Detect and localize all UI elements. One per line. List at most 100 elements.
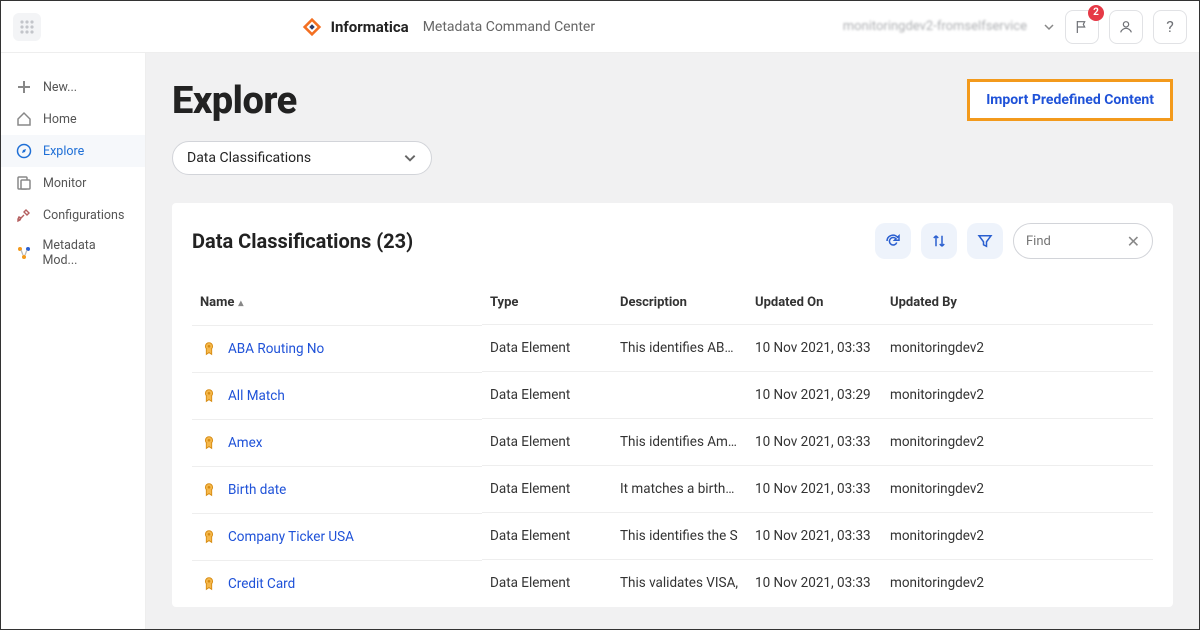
refresh-button[interactable] xyxy=(875,223,911,259)
classification-icon xyxy=(200,575,218,593)
clear-find-button[interactable]: ✕ xyxy=(1127,232,1140,251)
table-row: Company Ticker USA Data ElementThis ident… xyxy=(192,513,1153,560)
column-header-updated-on[interactable]: Updated On xyxy=(747,281,882,325)
cell-updated-by: monitoringdev2 xyxy=(882,513,1153,560)
cell-updated-by: monitoringdev2 xyxy=(882,372,1153,419)
dropdown-value: Data Classifications xyxy=(187,150,311,166)
cell-description: This identifies the S xyxy=(612,513,747,560)
cell-description: It matches a birthda xyxy=(612,466,747,513)
cell-updated-on: 10 Nov 2021, 03:33 xyxy=(747,560,882,607)
main-content: Explore Import Predefined Content Data C… xyxy=(146,53,1199,629)
column-header-description[interactable]: Description xyxy=(612,281,747,325)
cell-description: This validates VISA, xyxy=(612,560,747,607)
data-classifications-table: Name▴ Type Description Updated On Update… xyxy=(192,281,1153,607)
cell-updated-on: 10 Nov 2021, 03:33 xyxy=(747,466,882,513)
brand-name: Informatica xyxy=(331,18,409,36)
sidebar-item-label: Metadata Mod... xyxy=(42,238,131,268)
tools-icon xyxy=(15,206,33,224)
sidebar-item-label: Monitor xyxy=(43,176,86,191)
cell-name: Birth date xyxy=(192,466,482,513)
app-grid-icon xyxy=(19,19,35,35)
cell-description: This identifies ABA r xyxy=(612,325,747,372)
flag-icon xyxy=(1074,19,1090,35)
home-icon xyxy=(15,110,33,128)
cell-description: This identifies Amer xyxy=(612,419,747,466)
sidebar: New... Home Explore Monitor Configuratio… xyxy=(1,53,146,629)
classification-icon xyxy=(200,528,218,546)
page-title: Explore xyxy=(172,79,297,123)
filter-button[interactable] xyxy=(967,223,1003,259)
help-icon: ? xyxy=(1166,17,1174,36)
cell-type: Data Element xyxy=(482,325,612,372)
sidebar-item-label: New... xyxy=(43,80,77,95)
cell-updated-on: 10 Nov 2021, 03:33 xyxy=(747,325,882,372)
compass-icon xyxy=(15,142,33,160)
user-account-button[interactable] xyxy=(1109,10,1143,44)
filter-icon xyxy=(976,232,994,250)
import-predefined-content-button[interactable]: Import Predefined Content xyxy=(967,79,1173,121)
classification-link[interactable]: Amex xyxy=(228,435,263,451)
sidebar-item-new[interactable]: New... xyxy=(1,71,145,103)
table-row: ABA Routing No Data ElementThis identifie… xyxy=(192,325,1153,372)
sort-button[interactable] xyxy=(921,223,957,259)
data-classifications-panel: Data Classifications (23) ✕ xyxy=(172,203,1173,607)
cell-description xyxy=(612,372,747,419)
classification-icon xyxy=(200,434,218,452)
classification-icon xyxy=(200,387,218,405)
category-dropdown[interactable]: Data Classifications xyxy=(172,141,432,175)
monitor-icon xyxy=(15,174,33,192)
column-header-type[interactable]: Type xyxy=(482,281,612,325)
column-header-name[interactable]: Name▴ xyxy=(192,281,482,325)
find-input-wrapper[interactable]: ✕ xyxy=(1013,223,1153,259)
sidebar-item-home[interactable]: Home xyxy=(1,103,145,135)
chevron-down-icon[interactable] xyxy=(1043,21,1055,33)
cell-updated-by: monitoringdev2 xyxy=(882,466,1153,513)
cell-updated-by: monitoringdev2 xyxy=(882,560,1153,607)
product-name: Metadata Command Center xyxy=(423,19,595,35)
help-button[interactable]: ? xyxy=(1153,10,1187,44)
sidebar-item-label: Explore xyxy=(43,144,84,159)
cell-name: ABA Routing No xyxy=(192,325,482,372)
cell-name: Credit Card xyxy=(192,560,482,607)
cell-name: All Match xyxy=(192,372,482,419)
classification-link[interactable]: ABA Routing No xyxy=(228,341,324,357)
find-input[interactable] xyxy=(1026,234,1121,249)
cell-updated-by: monitoringdev2 xyxy=(882,325,1153,372)
cell-updated-on: 10 Nov 2021, 03:29 xyxy=(747,372,882,419)
sidebar-item-configurations[interactable]: Configurations xyxy=(1,199,145,231)
cell-type: Data Element xyxy=(482,560,612,607)
notifications-button[interactable]: 2 xyxy=(1065,10,1099,44)
cell-name: Amex xyxy=(192,419,482,466)
user-icon xyxy=(1118,19,1134,35)
app-grid-button[interactable] xyxy=(13,13,41,41)
classification-link[interactable]: Birth date xyxy=(228,482,286,498)
cell-updated-on: 10 Nov 2021, 03:33 xyxy=(747,513,882,560)
classification-link[interactable]: All Match xyxy=(228,388,285,404)
cell-type: Data Element xyxy=(482,466,612,513)
sidebar-item-label: Home xyxy=(43,112,77,127)
notification-badge: 2 xyxy=(1088,5,1104,21)
plus-icon xyxy=(15,78,33,96)
sidebar-item-monitor[interactable]: Monitor xyxy=(1,167,145,199)
sort-updown-icon xyxy=(930,232,948,250)
cell-updated-on: 10 Nov 2021, 03:33 xyxy=(747,419,882,466)
model-icon xyxy=(15,244,32,262)
cell-type: Data Element xyxy=(482,513,612,560)
cell-name: Company Ticker USA xyxy=(192,513,482,560)
cell-type: Data Element xyxy=(482,372,612,419)
table-row: Amex Data ElementThis identifies Amer10 N… xyxy=(192,419,1153,466)
cell-type: Data Element xyxy=(482,419,612,466)
column-header-updated-by[interactable]: Updated By xyxy=(882,281,1153,325)
org-selector-label[interactable]: monitoringdev2-fromselfservice xyxy=(843,19,1027,34)
classification-link[interactable]: Company Ticker USA xyxy=(228,529,354,545)
classification-link[interactable]: Credit Card xyxy=(228,576,295,592)
table-row: Birth date Data ElementIt matches a birth… xyxy=(192,466,1153,513)
informatica-logo-icon xyxy=(301,16,323,38)
sidebar-item-explore[interactable]: Explore xyxy=(1,135,145,167)
sidebar-item-metadata-model[interactable]: Metadata Mod... xyxy=(1,231,145,275)
topbar: Informatica Metadata Command Center moni… xyxy=(1,1,1199,53)
sidebar-item-label: Configurations xyxy=(43,208,124,223)
chevron-down-icon xyxy=(403,151,417,165)
cell-updated-by: monitoringdev2 xyxy=(882,419,1153,466)
panel-title: Data Classifications (23) xyxy=(192,229,413,253)
